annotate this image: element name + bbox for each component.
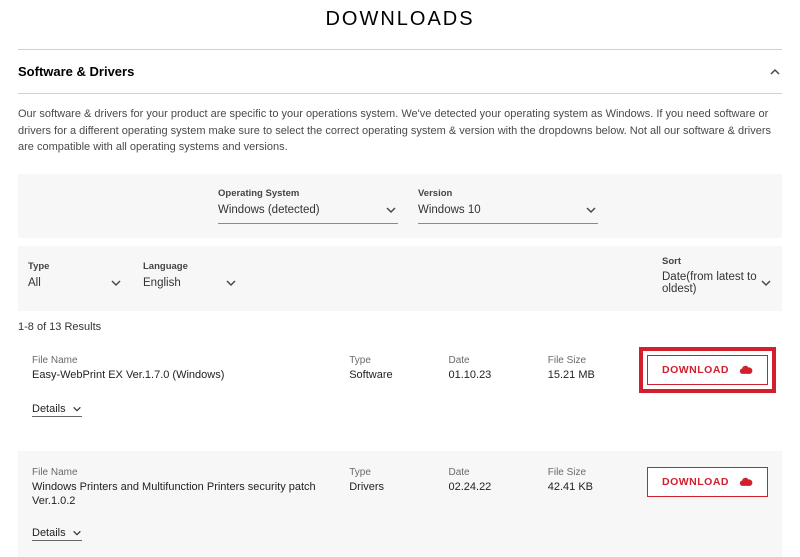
type-value: All [28, 277, 41, 289]
os-version-bar: Operating System Windows (detected) Vers… [18, 174, 782, 238]
version-select[interactable]: Version Windows 10 [418, 188, 598, 224]
download-button-label: DOWNLOAD [662, 364, 729, 376]
accordion-title: Software & Drivers [18, 64, 134, 79]
size-value: 15.21 MB [548, 368, 627, 383]
chevron-down-icon [109, 276, 123, 290]
language-label: Language [143, 261, 238, 272]
os-label: Operating System [218, 188, 398, 199]
download-button[interactable]: DOWNLOAD [647, 355, 768, 385]
header-file-name: File Name [32, 467, 329, 478]
download-item: File Name Easy-WebPrint EX Ver.1.7.0 (Wi… [18, 339, 782, 433]
chevron-down-icon [72, 404, 82, 414]
details-label: Details [32, 527, 66, 539]
chevron-up-icon [768, 65, 782, 79]
chevron-down-icon [72, 528, 82, 538]
header-type: Type [349, 467, 428, 478]
details-toggle[interactable]: Details [32, 403, 82, 417]
version-label: Version [418, 188, 598, 199]
page-title: DOWNLOADS [0, 0, 800, 49]
download-button[interactable]: DOWNLOAD [647, 467, 768, 497]
chevron-down-icon [384, 203, 398, 217]
date-value: 02.24.22 [448, 480, 527, 495]
header-date: Date [448, 467, 527, 478]
type-select[interactable]: Type All [28, 261, 123, 296]
header-size: File Size [548, 467, 627, 478]
type-label: Type [28, 261, 123, 272]
details-toggle[interactable]: Details [32, 527, 82, 541]
operating-system-select[interactable]: Operating System Windows (detected) [218, 188, 398, 224]
version-value: Windows 10 [418, 204, 481, 216]
header-type: Type [349, 355, 428, 366]
download-button-label: DOWNLOAD [662, 476, 729, 488]
sort-select[interactable]: Sort Date(from latest to oldest) [662, 256, 772, 301]
results-count: 1-8 of 13 Results [0, 311, 800, 339]
intro-text: Our software & drivers for your product … [0, 94, 800, 174]
download-item: File Name Windows Printers and Multifunc… [18, 451, 782, 557]
file-name-value: Easy-WebPrint EX Ver.1.7.0 (Windows) [32, 368, 329, 383]
header-file-name: File Name [32, 355, 329, 366]
cloud-download-icon [739, 475, 753, 489]
cloud-download-icon [739, 363, 753, 377]
chevron-down-icon [584, 203, 598, 217]
chevron-down-icon [224, 276, 238, 290]
type-value: Software [349, 368, 428, 383]
os-value: Windows (detected) [218, 204, 320, 216]
chevron-down-icon [760, 276, 772, 290]
date-value: 01.10.23 [448, 368, 527, 383]
details-label: Details [32, 403, 66, 415]
filter-bar: Type All Language English Sort Date(from… [18, 246, 782, 311]
size-value: 42.41 KB [548, 480, 627, 495]
sort-label: Sort [662, 256, 772, 267]
language-select[interactable]: Language English [143, 261, 238, 296]
accordion-software-drivers[interactable]: Software & Drivers [0, 50, 800, 93]
sort-value: Date(from latest to oldest) [662, 271, 758, 295]
type-value: Drivers [349, 480, 428, 495]
language-value: English [143, 277, 181, 289]
file-name-value: Windows Printers and Multifunction Print… [32, 480, 329, 510]
header-date: Date [448, 355, 527, 366]
header-size: File Size [548, 355, 627, 366]
